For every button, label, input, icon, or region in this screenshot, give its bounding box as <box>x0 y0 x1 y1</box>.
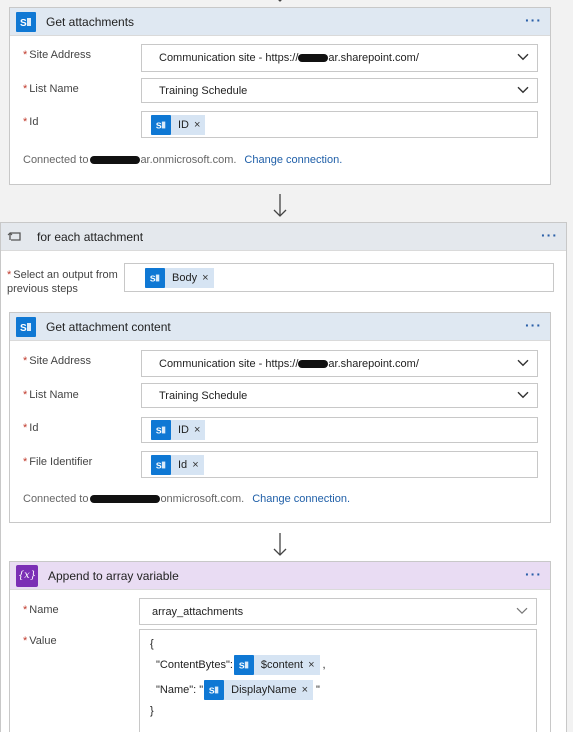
svg-text:S: S <box>156 460 162 470</box>
more-options-icon[interactable]: ··· <box>525 318 542 332</box>
append-to-array-card: {x} Append to array variable ··· * Name a… <box>9 561 551 732</box>
content-token[interactable]: S $content × <box>233 655 320 675</box>
id-input[interactable]: S ID × <box>141 111 538 138</box>
card-title: Get attachment content <box>46 319 171 334</box>
svg-text:S: S <box>156 120 162 130</box>
file-id-token[interactable]: S Id × <box>151 454 204 475</box>
list-name-label: * List Name <box>23 83 79 95</box>
svg-text:S: S <box>209 685 215 695</box>
remove-token-icon[interactable]: × <box>194 119 200 131</box>
flow-arrow-top <box>278 0 282 2</box>
sharepoint-icon: S <box>151 420 171 440</box>
card-title: for each attachment <box>37 229 144 244</box>
site-address-label: * Site Address <box>23 49 92 61</box>
remove-token-icon[interactable]: × <box>308 659 314 671</box>
display-name-token[interactable]: S DisplayName × <box>204 680 314 700</box>
select-output-input[interactable]: S Body × <box>124 263 554 292</box>
loop-icon <box>5 227 25 247</box>
svg-text:S: S <box>239 660 245 670</box>
body-token[interactable]: S Body × <box>145 267 214 288</box>
remove-token-icon[interactable]: × <box>202 272 208 284</box>
value-label: * Value <box>23 635 57 647</box>
change-connection-link[interactable]: Change connection. <box>252 493 350 505</box>
more-options-icon[interactable]: ··· <box>525 567 542 581</box>
site-address-dropdown[interactable]: Communication site - https://ar.sharepoi… <box>141 350 538 377</box>
id-label: * Id <box>23 422 39 434</box>
variable-name-dropdown[interactable]: array_attachments <box>139 598 537 625</box>
svg-text:S: S <box>150 273 156 283</box>
remove-token-icon[interactable]: × <box>302 684 308 696</box>
chevron-down-icon <box>516 607 528 614</box>
sharepoint-icon: S <box>233 655 254 675</box>
chevron-down-icon <box>517 359 529 366</box>
sharepoint-icon: S <box>151 114 171 135</box>
select-output-label: * Select an output from previous steps <box>7 269 118 295</box>
remove-token-icon[interactable]: × <box>192 459 198 471</box>
remove-token-icon[interactable]: × <box>194 424 200 436</box>
file-identifier-label: * File Identifier <box>23 456 93 468</box>
flow-arrow <box>273 194 287 217</box>
for-each-header[interactable]: for each attachment ··· <box>1 223 566 251</box>
append-to-array-header[interactable]: {x} Append to array variable ··· <box>10 562 550 590</box>
redacted-text <box>90 495 161 504</box>
flow-arrow <box>273 533 287 556</box>
sharepoint-icon: S <box>145 267 165 288</box>
chevron-down-icon <box>517 53 529 61</box>
site-address-dropdown[interactable]: Communication site - https://ar.sharepoi… <box>141 44 538 72</box>
card-title: Append to array variable <box>48 568 179 583</box>
redacted-text <box>298 54 329 63</box>
variable-icon: {x} <box>16 564 38 587</box>
value-input[interactable]: { "ContentBytes": S $content × , "Name":… <box>139 629 537 732</box>
connection-info: Connected to onmicrosoft.com. Change conne… <box>23 493 351 505</box>
id-token[interactable]: S ID × <box>151 420 206 440</box>
sharepoint-icon: S <box>204 680 225 700</box>
list-name-label: * List Name <box>23 389 79 401</box>
more-options-icon[interactable]: ··· <box>541 228 558 242</box>
name-label: * Name <box>23 604 59 616</box>
site-address-label: * Site Address <box>23 355 92 367</box>
more-options-icon[interactable]: ··· <box>525 13 542 27</box>
get-attachment-content-card: S Get attachment content ··· * Site Addre… <box>9 312 551 523</box>
chevron-down-icon <box>517 86 529 93</box>
sharepoint-icon: S <box>151 454 171 475</box>
redacted-text <box>298 359 329 368</box>
redacted-text <box>90 156 141 165</box>
list-name-dropdown[interactable]: Training Schedule <box>141 78 538 103</box>
chevron-down-icon <box>517 391 529 398</box>
change-connection-link[interactable]: Change connection. <box>244 154 342 166</box>
sharepoint-icon: S <box>16 11 36 32</box>
get-attachments-card: S Get attachments ··· * Site Address Comm… <box>9 7 551 185</box>
list-name-dropdown[interactable]: Training Schedule <box>141 383 538 408</box>
svg-text:S: S <box>156 425 162 435</box>
get-attachment-content-header[interactable]: S Get attachment content ··· <box>10 313 550 341</box>
id-label: * Id <box>23 116 39 128</box>
svg-text:S: S <box>20 18 27 29</box>
sharepoint-icon: S <box>16 316 36 337</box>
card-title: Get attachments <box>46 14 135 29</box>
file-identifier-input[interactable]: S Id × <box>141 451 538 478</box>
get-attachments-header[interactable]: S Get attachments ··· <box>10 8 550 36</box>
id-token[interactable]: S ID × <box>151 114 206 135</box>
id-input[interactable]: S ID × <box>141 417 538 443</box>
connection-info: Connected to ar.onmicrosoft.com. Change co… <box>23 154 343 166</box>
svg-text:S: S <box>20 323 27 334</box>
